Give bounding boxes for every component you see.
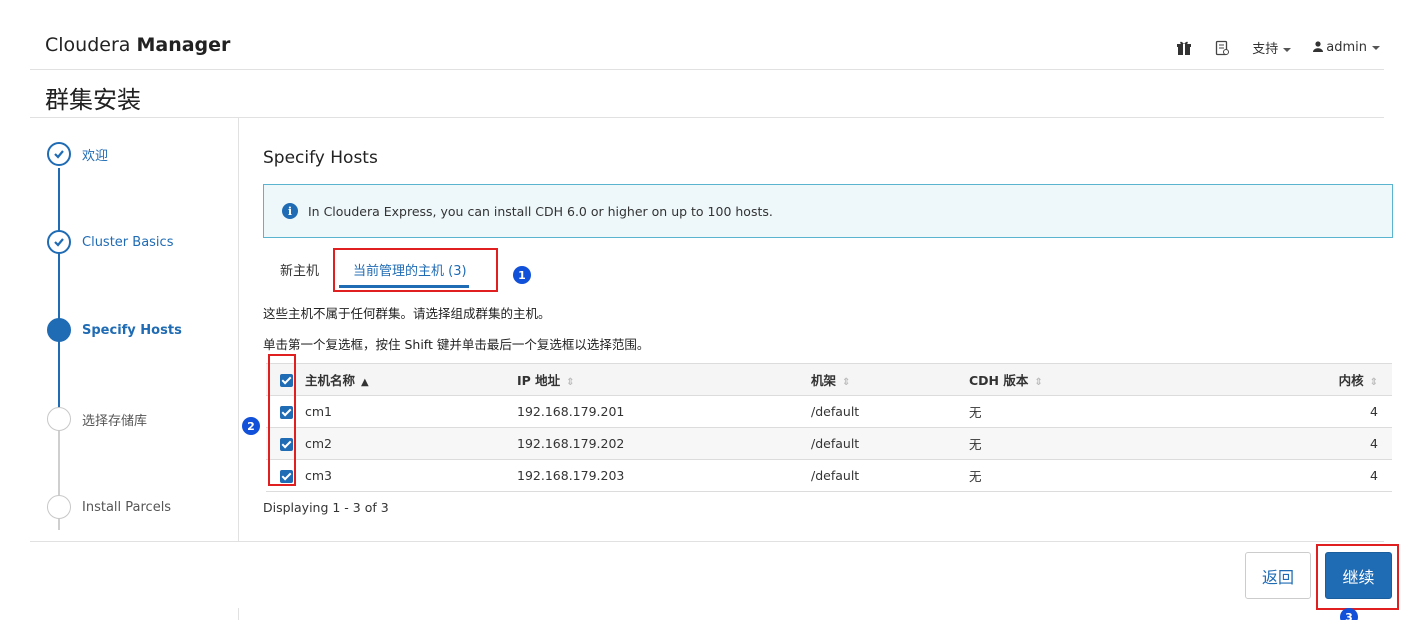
column-rack[interactable]: 机架 ⇕ [811,363,969,396]
column-label: CDH 版本 [969,373,1029,388]
cell-ip: 192.168.179.201 [517,395,811,428]
top-navbar: Cloudera Manager 支持 admin [0,0,1404,70]
brand-logo[interactable]: Cloudera Manager [45,34,230,56]
back-button[interactable]: 返回 [1245,552,1311,599]
column-label: IP 地址 [517,373,561,388]
tab-new-hosts[interactable]: 新主机 [280,250,319,288]
step-cluster-basics[interactable]: Cluster Basics [47,230,237,254]
brand-text-bold: Manager [136,34,231,56]
support-menu[interactable]: 支持 [1252,38,1292,57]
table-row[interactable]: cm3 192.168.179.203 /default 无 4 [266,459,1392,492]
gift-icon[interactable] [1176,40,1192,56]
page-title: 群集安装 [45,86,141,114]
pending-step-icon [47,407,71,431]
cell-hostname: cm2 [293,427,517,460]
annotation-box [333,248,498,292]
column-ip[interactable]: IP 地址 ⇕ [517,363,811,396]
cell-hostname: cm1 [293,395,517,428]
annotation-badge: 1 [513,266,531,284]
column-hostname[interactable]: 主机名称 ▲ [293,363,517,396]
section-title: Specify Hosts [263,148,378,168]
annotation-badge: 2 [242,417,260,435]
hosts-table: 主机名称 ▲ IP 地址 ⇕ 机架 ⇕ CDH 版本 ⇕ 内核 ⇕ cm1 192.168… [266,363,1392,492]
divider [30,541,1384,542]
step-label: 欢迎 [82,148,109,164]
step-label: Install Parcels [82,499,172,515]
check-circle-icon [47,230,71,254]
sort-asc-icon: ▲ [361,377,369,388]
step-label: Specify Hosts [82,322,182,338]
annotation-badge: 3 [1340,608,1358,620]
step-install-parcels[interactable]: Install Parcels [47,495,237,519]
cell-cdh-version: 无 [969,427,1215,460]
top-right-menu: 支持 admin [1176,38,1380,57]
cell-rack: /default [811,427,969,460]
brand-text-light: Cloudera [45,34,137,56]
pagination-info: Displaying 1 - 3 of 3 [263,500,389,515]
column-label: 机架 [811,373,837,388]
divider [30,69,1384,70]
selection-hint: 单击第一个复选框，按住 Shift 键并单击最后一个复选框以选择范围。 [263,337,650,352]
info-text: In Cloudera Express, you can install CDH… [308,203,773,219]
sort-icon: ⇕ [842,377,851,388]
cell-cores: 4 [1214,459,1392,492]
support-label: 支持 [1252,42,1279,57]
cell-ip: 192.168.179.203 [517,459,811,492]
sidebar-divider [238,608,239,620]
column-label: 内核 [1338,373,1364,388]
cell-rack: /default [811,395,969,428]
step-label: Cluster Basics [82,234,174,250]
chevron-down-icon [1372,45,1380,50]
info-alert: i In Cloudera Express, you can install C… [263,184,1393,238]
annotation-box [268,354,296,486]
cell-cores: 4 [1214,427,1392,460]
sidebar-divider [238,118,239,542]
cell-ip: 192.168.179.202 [517,427,811,460]
hosts-description: 这些主机不属于任何群集。请选择组成群集的主机。 [263,306,551,321]
annotation-box [1316,544,1399,610]
table-row[interactable]: cm2 192.168.179.202 /default 无 4 [266,427,1392,460]
active-step-icon [47,318,71,342]
step-label: 选择存储库 [82,413,148,429]
cell-cdh-version: 无 [969,395,1215,428]
cell-hostname: cm3 [293,459,517,492]
cell-cores: 4 [1214,395,1392,428]
notes-icon[interactable] [1214,40,1230,56]
info-icon: i [282,203,298,219]
chevron-down-icon [1283,47,1292,52]
user-label: admin [1326,40,1367,55]
sort-icon: ⇕ [1034,377,1043,388]
column-cdh-version[interactable]: CDH 版本 ⇕ [969,363,1215,396]
sort-icon: ⇕ [566,377,575,388]
step-select-repository[interactable]: 选择存储库 [47,407,237,431]
check-circle-icon [47,142,71,166]
column-label: 主机名称 [305,373,356,388]
table-row[interactable]: cm1 192.168.179.201 /default 无 4 [266,395,1392,428]
pending-step-icon [47,495,71,519]
step-specify-hosts[interactable]: Specify Hosts [47,318,237,342]
column-cores[interactable]: 内核 ⇕ [1214,363,1392,396]
cell-cdh-version: 无 [969,459,1215,492]
cell-rack: /default [811,459,969,492]
step-welcome[interactable]: 欢迎 [47,142,237,166]
table-header-row: 主机名称 ▲ IP 地址 ⇕ 机架 ⇕ CDH 版本 ⇕ 内核 ⇕ [266,363,1392,396]
user-menu[interactable]: admin [1313,40,1380,55]
sort-icon: ⇕ [1369,377,1378,388]
user-icon [1313,41,1324,52]
